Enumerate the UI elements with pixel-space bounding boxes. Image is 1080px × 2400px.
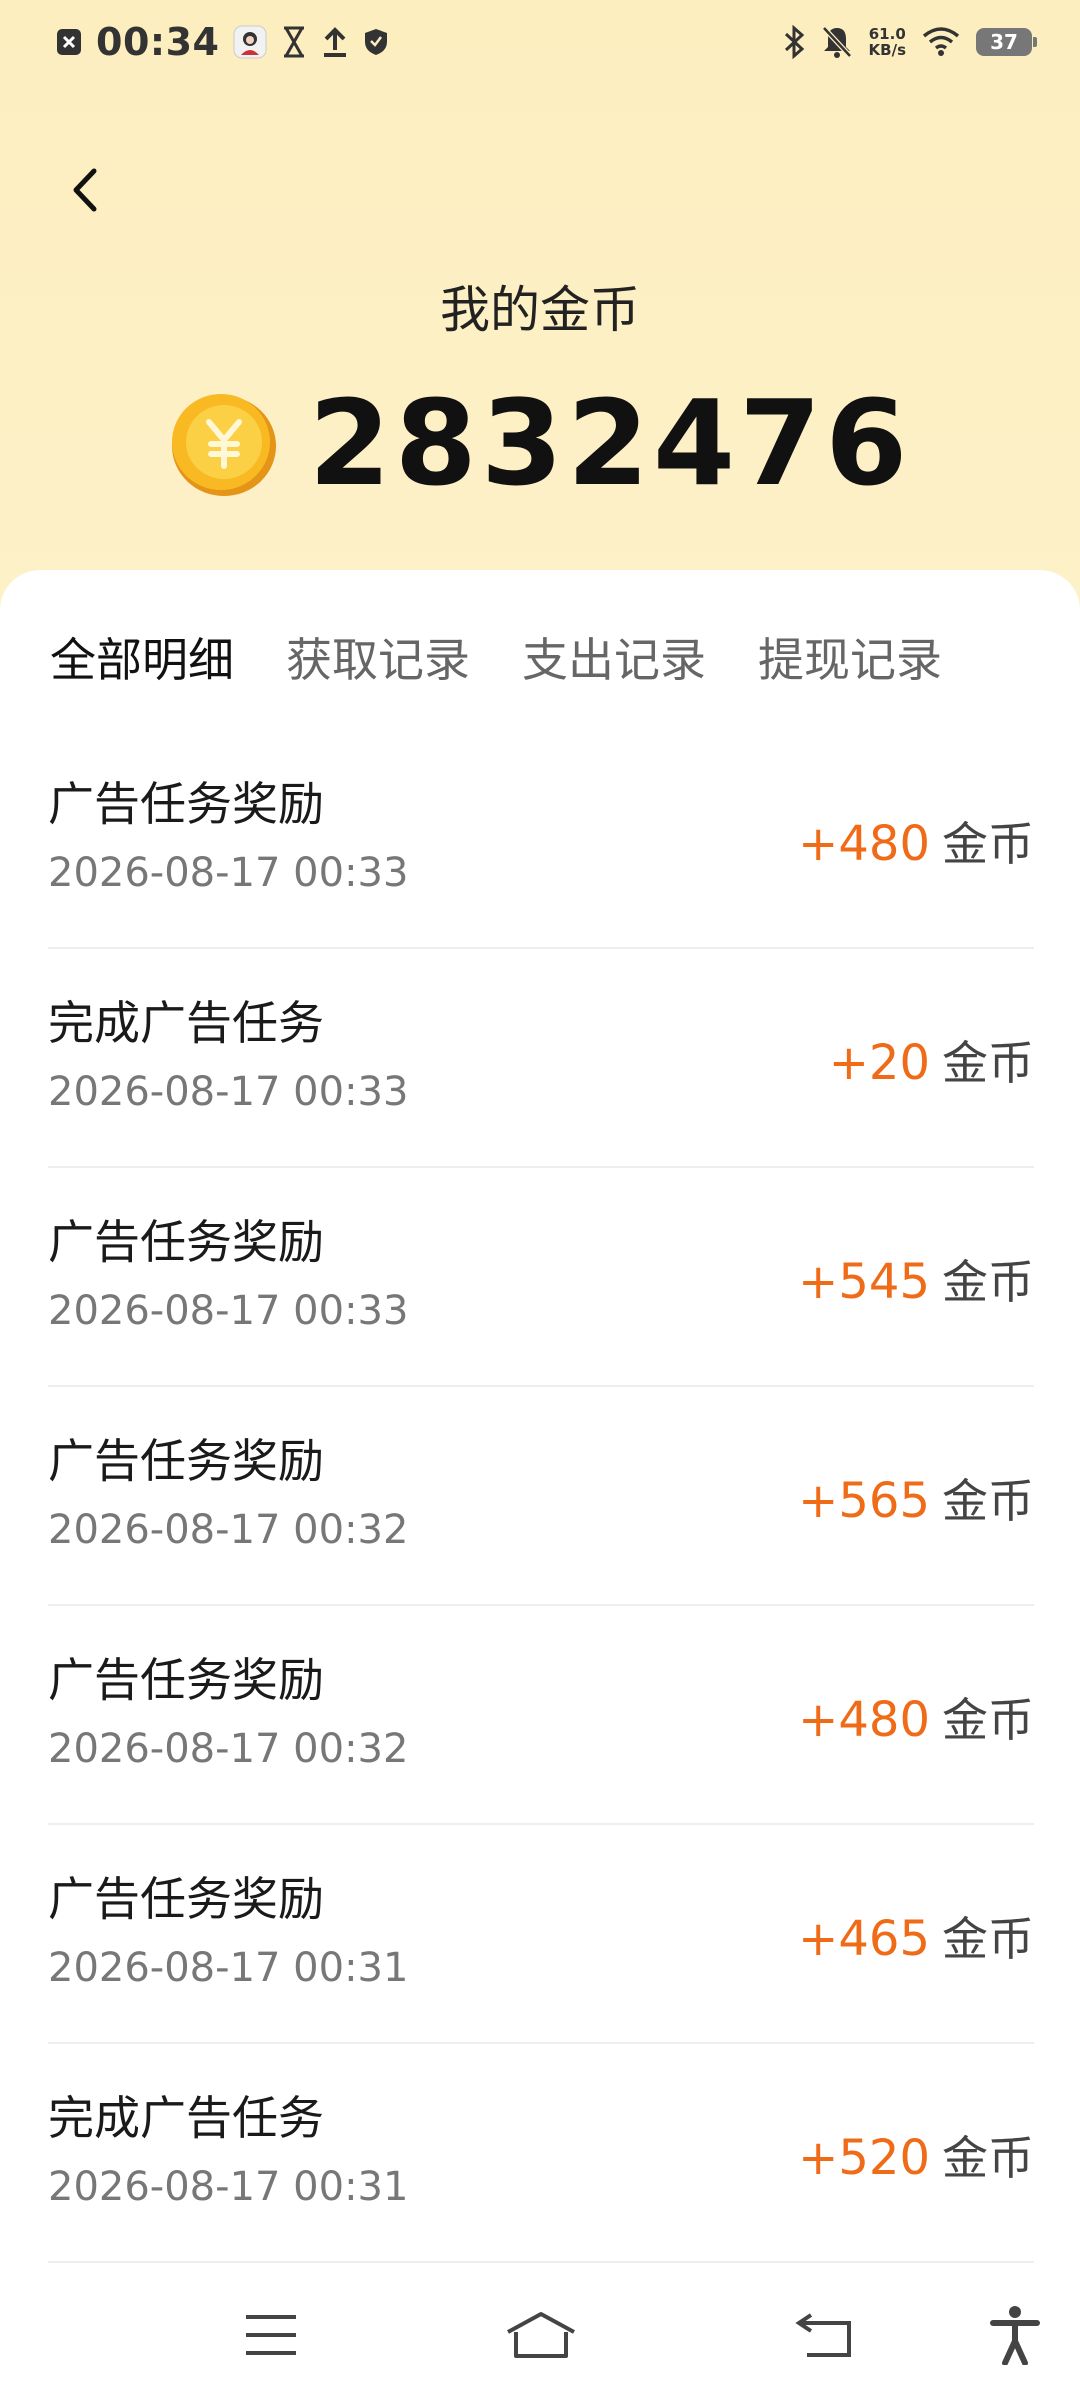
record-time: 2026-08-17 00:33 (48, 1288, 409, 1334)
record-row: 广告任务奖励 2026-08-17 00:32 +480 金币 (48, 1606, 1034, 1825)
record-amount-value: +480 (798, 1692, 930, 1748)
network-speed: 61.0 KB/s (869, 26, 906, 58)
record-time: 2026-08-17 00:32 (48, 1507, 409, 1553)
tab-withdraw-records[interactable]: 提现记录 (758, 624, 942, 690)
record-row: 完成广告任务 2026-08-17 00:31 +520 金币 (48, 2044, 1034, 2263)
avatar-icon (233, 25, 267, 59)
record-amount: +20 金币 (829, 1027, 1034, 1093)
record-title: 完成广告任务 (48, 2091, 324, 2145)
system-back-button[interactable] (780, 2290, 870, 2380)
accessibility-icon (990, 2306, 1040, 2365)
record-row: 广告任务奖励 2026-08-17 00:33 +480 金币 (48, 730, 1034, 949)
record-amount: +565 金币 (798, 1465, 1034, 1531)
coin-balance: 2832476 (0, 374, 1080, 512)
bell-mute-icon (821, 25, 853, 59)
status-bar: 00:34 61.0 KB/s 37 (0, 0, 1080, 84)
battery-icon: 37 (976, 28, 1037, 56)
accessibility-button[interactable] (970, 2290, 1060, 2380)
battery-level: 37 (990, 30, 1018, 54)
record-amount-unit: 金币 (942, 817, 1034, 871)
record-amount-unit: 金币 (942, 1036, 1034, 1090)
record-tabs: 全部明细 获取记录 支出记录 提现记录 (50, 624, 942, 690)
tab-spend-records[interactable]: 支出记录 (522, 624, 706, 690)
network-speed-unit: KB/s (868, 41, 906, 59)
record-list: 广告任务奖励 2026-08-17 00:33 +480 金币 完成广告任务 2… (48, 730, 1034, 2263)
record-title: 广告任务奖励 (48, 1872, 324, 1926)
record-row: 广告任务奖励 2026-08-17 00:32 +565 金币 (48, 1387, 1034, 1606)
record-amount: +520 金币 (798, 2122, 1034, 2188)
system-nav-bar (0, 2270, 1080, 2400)
record-row: 广告任务奖励 2026-08-17 00:33 +545 金币 (48, 1168, 1034, 1387)
shield-icon (363, 27, 389, 57)
coin-balance-value: 2832476 (308, 374, 912, 512)
record-time: 2026-08-17 00:31 (48, 2164, 409, 2210)
record-amount-value: +480 (798, 816, 930, 872)
record-amount: +480 金币 (798, 808, 1034, 874)
record-time: 2026-08-17 00:33 (48, 1069, 409, 1115)
record-amount-unit: 金币 (942, 1255, 1034, 1309)
record-amount-unit: 金币 (942, 1693, 1034, 1747)
record-amount: +480 金币 (798, 1684, 1034, 1750)
record-amount-unit: 金币 (942, 1474, 1034, 1528)
wifi-icon (922, 27, 960, 57)
back-arrow-icon (73, 168, 97, 212)
bluetooth-icon (783, 25, 805, 59)
record-amount-value: +20 (828, 1035, 930, 1091)
record-amount: +465 金币 (798, 1903, 1034, 1969)
home-icon (507, 2312, 575, 2358)
record-time: 2026-08-17 00:31 (48, 1945, 409, 1991)
record-time: 2026-08-17 00:32 (48, 1726, 409, 1772)
record-amount-unit: 金币 (942, 2131, 1034, 2185)
close-box-icon (56, 27, 82, 57)
page-title: 我的金币 (440, 281, 640, 339)
records-card: 全部明细 获取记录 支出记录 提现记录 广告任务奖励 2026-08-17 00… (0, 570, 1080, 2270)
record-title: 广告任务奖励 (48, 1653, 324, 1707)
hourglass-icon (281, 26, 307, 58)
menu-icon (246, 2315, 296, 2355)
record-title: 完成广告任务 (48, 996, 324, 1050)
home-button[interactable] (496, 2290, 586, 2380)
record-amount-value: +545 (798, 1254, 930, 1310)
record-amount-value: +465 (798, 1911, 930, 1967)
network-speed-value: 61.0 (868, 25, 906, 43)
record-amount-value: +565 (798, 1473, 930, 1529)
back-icon (795, 2313, 851, 2357)
record-title: 广告任务奖励 (48, 777, 324, 831)
status-time: 00:34 (96, 20, 220, 64)
record-title: 广告任务奖励 (48, 1215, 324, 1269)
record-amount-unit: 金币 (942, 1912, 1034, 1966)
record-row: 完成广告任务 2026-08-17 00:33 +20 金币 (48, 949, 1034, 1168)
tab-earn-records[interactable]: 获取记录 (286, 624, 470, 690)
record-row: 广告任务奖励 2026-08-17 00:31 +465 金币 (48, 1825, 1034, 2044)
record-time: 2026-08-17 00:33 (48, 850, 409, 896)
upload-icon (321, 26, 349, 58)
record-title: 广告任务奖励 (48, 1434, 324, 1488)
back-button[interactable] (56, 160, 116, 220)
menu-button[interactable] (226, 2290, 316, 2380)
record-amount-value: +520 (798, 2130, 930, 2186)
tab-all-details[interactable]: 全部明细 (50, 624, 234, 690)
coin-icon (171, 394, 276, 496)
record-amount: +545 金币 (798, 1246, 1034, 1312)
